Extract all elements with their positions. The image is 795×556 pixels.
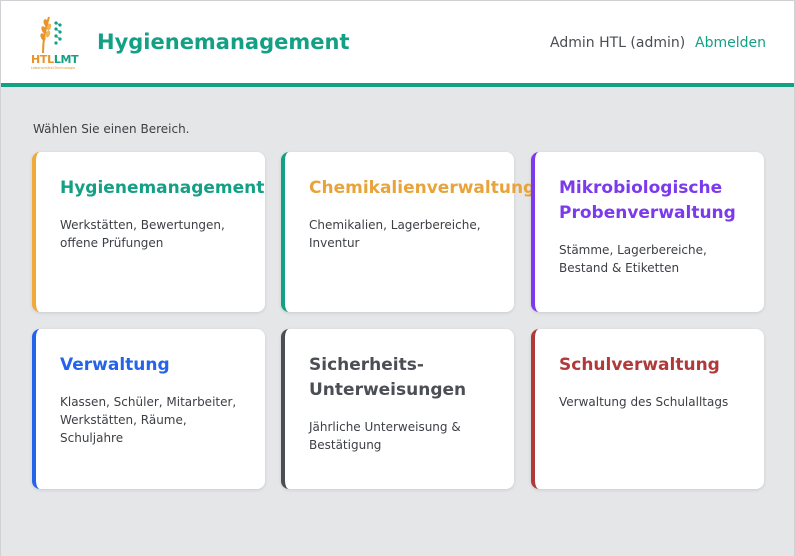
card-description: Chemikalien, Lagerbereiche, Inventur	[309, 218, 481, 250]
logo-htl-text: HTL	[31, 53, 54, 66]
card-title: Sicherheits-Unterweisungen	[309, 355, 467, 400]
card-description: Jährliche Unterweisung & Bestätigung	[309, 420, 461, 452]
card-title: Chemikalienverwaltung	[309, 178, 536, 198]
app-title: Hygienemanagement	[97, 30, 350, 54]
logout-link[interactable]: Abmelden	[695, 35, 766, 51]
card-chemikalienverwaltung[interactable]: Chemikalienverwaltung Chemikalien, Lager…	[281, 152, 535, 312]
card-title: Hygienemanagement	[60, 178, 265, 198]
card-title: Mikrobiologische Probenverwaltung	[559, 178, 736, 223]
logo-subtitle: Lebensmittel-Technologie	[31, 66, 76, 70]
header-bar: HTLLMT Lebensmittel-Technologie Hygienem…	[1, 1, 794, 87]
card-verwaltung[interactable]: Verwaltung Klassen, Schüler, Mitarbeiter…	[32, 329, 265, 489]
card-description: Verwaltung des Schulalltags	[559, 395, 729, 409]
card-title: Verwaltung	[60, 355, 170, 375]
htl-lmt-logo[interactable]: HTLLMT Lebensmittel-Technologie	[29, 13, 81, 73]
logo-wordmark: HTLLMT	[31, 53, 79, 66]
card-title: Schulverwaltung	[559, 355, 720, 375]
card-sicherheits-unterweisungen[interactable]: Sicherheits-Unterweisungen Jährliche Unt…	[281, 329, 514, 489]
card-description: Klassen, Schüler, Mitarbeiter, Werkstätt…	[60, 395, 237, 445]
card-description: Stämme, Lagerbereiche, Bestand & Etikett…	[559, 243, 707, 275]
card-mikrobiologische-probenverwaltung[interactable]: Mikrobiologische Probenverwaltung Stämme…	[531, 152, 764, 312]
card-hygienemanagement[interactable]: Hygienemanagement Werkstätten, Bewertung…	[32, 152, 265, 312]
logo-lmt-text: LMT	[53, 53, 79, 66]
card-description: Werkstätten, Bewertungen, offene Prüfung…	[60, 218, 225, 250]
card-schulverwaltung[interactable]: Schulverwaltung Verwaltung des Schulallt…	[531, 329, 764, 489]
intro-text: Wählen Sie einen Bereich.	[33, 122, 190, 136]
wheat-icon	[40, 16, 62, 54]
app-window: HTLLMT Lebensmittel-Technologie Hygienem…	[0, 0, 795, 556]
current-user: Admin HTL (admin)	[550, 35, 686, 51]
